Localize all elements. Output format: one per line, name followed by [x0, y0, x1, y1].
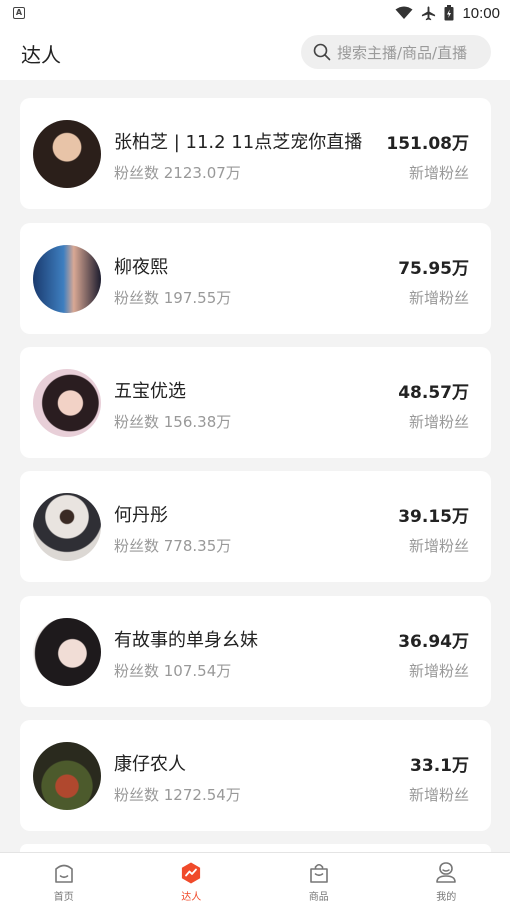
influencer-card[interactable]: 张柏芝 | 11.2 11点芝宠你直播 粉丝数 2123.07万 151.08万…: [20, 98, 491, 209]
tab-influencers[interactable]: 达人: [128, 853, 256, 906]
influencer-card[interactable]: 康仔农人 粉丝数 1272.54万 33.1万 新增粉丝: [20, 720, 491, 831]
fans-count: 粉丝数 778.35万: [114, 537, 232, 555]
influencer-card[interactable]: 有故事的单身幺妹 粉丝数 107.54万 36.94万 新增粉丝: [20, 596, 491, 707]
new-fans-label: 新增粉丝: [408, 662, 469, 680]
new-fans-label: 新增粉丝: [408, 413, 469, 431]
status-time: 10:00: [462, 4, 500, 22]
search-placeholder: 搜索主播/商品/直播: [337, 43, 468, 62]
fans-count: 粉丝数 107.54万: [114, 662, 232, 680]
new-fans-label: 新增粉丝: [408, 289, 469, 307]
status-left: A: [13, 7, 25, 19]
new-fans-label: 新增粉丝: [408, 164, 469, 182]
home-icon: [54, 864, 73, 883]
influencer-name: 康仔农人: [114, 754, 186, 775]
new-fans-count: 75.95万: [398, 259, 469, 279]
new-fans-label: 新增粉丝: [408, 786, 469, 804]
influencer-card[interactable]: 何丹彤 粉丝数 778.35万 39.15万 新增粉丝: [20, 471, 491, 582]
new-fans-count: 36.94万: [398, 632, 469, 652]
battery-icon: [444, 5, 454, 21]
header: 达人 搜索主播/商品/直播: [0, 26, 510, 80]
tab-profile[interactable]: 我的: [383, 853, 510, 906]
avatar: [33, 120, 101, 188]
tab-label: 首页: [53, 892, 74, 903]
avatar: [33, 369, 101, 437]
influencer-name: 柳夜熙: [114, 257, 168, 278]
bottom-tab-bar: 首页 达人 商品 我的: [0, 852, 510, 906]
tab-home[interactable]: 首页: [0, 853, 128, 906]
tab-label: 达人: [181, 892, 202, 903]
influencer-name: 张柏芝 | 11.2 11点芝宠你直播: [114, 132, 363, 153]
fans-count: 粉丝数 1272.54万: [114, 786, 241, 804]
shopping-bag-icon: [309, 863, 328, 883]
influencer-name: 有故事的单身幺妹: [114, 630, 258, 651]
fans-count: 粉丝数 2123.07万: [114, 164, 241, 182]
tab-label: 商品: [308, 892, 329, 903]
new-fans-count: 48.57万: [398, 383, 469, 403]
search-icon: [313, 43, 331, 61]
influencer-card[interactable]: 五宝优选 粉丝数 156.38万 48.57万 新增粉丝: [20, 347, 491, 458]
wifi-icon: [395, 6, 413, 19]
tab-products[interactable]: 商品: [255, 853, 383, 906]
new-fans-count: 39.15万: [398, 507, 469, 527]
new-fans-label: 新增粉丝: [408, 537, 469, 555]
fans-count: 粉丝数 197.55万: [114, 289, 232, 307]
airplane-icon: [422, 5, 436, 20]
avatar: [33, 493, 101, 561]
profile-icon: [436, 862, 457, 883]
new-fans-count: 151.08万: [386, 134, 469, 154]
avatar: [33, 742, 101, 810]
influencer-name: 五宝优选: [114, 381, 186, 402]
new-fans-count: 33.1万: [410, 756, 469, 776]
influencer-name: 何丹彤: [114, 505, 168, 526]
search-input[interactable]: 搜索主播/商品/直播: [301, 35, 491, 69]
status-right: 10:00: [395, 5, 500, 22]
avatar: [33, 245, 101, 313]
influencer-card[interactable]: 柳夜熙 粉丝数 197.55万 75.95万 新增粉丝: [20, 223, 491, 334]
fans-count: 粉丝数 156.38万: [114, 413, 232, 431]
page-title: 达人: [21, 43, 61, 67]
tab-label: 我的: [436, 892, 457, 903]
notification-a-icon: A: [13, 7, 25, 19]
avatar: [33, 618, 101, 686]
trending-icon: [182, 862, 201, 884]
status-bar: A 10:00: [0, 0, 510, 26]
